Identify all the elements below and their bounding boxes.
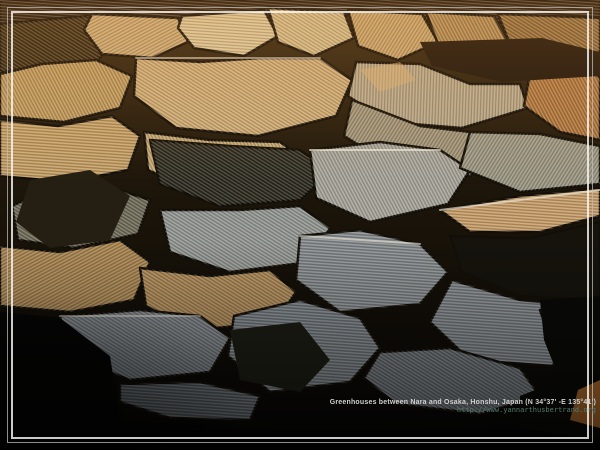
corner-vignette — [0, 250, 320, 450]
caption-url: http://www.yannarthusbertrand.org — [330, 406, 596, 414]
photo-caption: Greenhouses between Nara and Osaka, Hons… — [330, 399, 596, 414]
photo-svg — [0, 0, 600, 450]
warm-glow-overlay — [0, 0, 600, 180]
caption-title: Greenhouses between Nara and Osaka, Hons… — [330, 399, 596, 406]
wallpaper-photo — [0, 0, 600, 450]
